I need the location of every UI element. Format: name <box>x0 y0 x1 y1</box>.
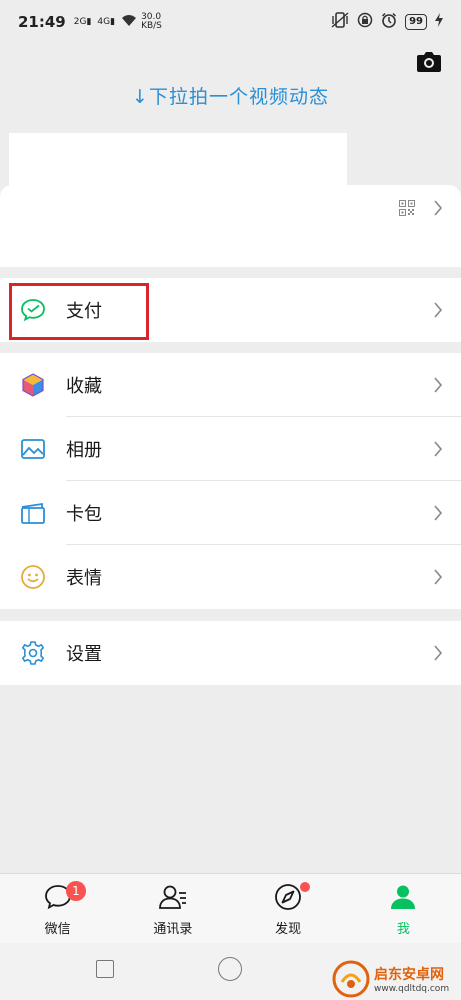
album-icon <box>20 436 46 462</box>
tab-discover-label: 发现 <box>275 922 302 937</box>
menu-item-album[interactable]: 相册 <box>0 417 461 481</box>
tab-chats[interactable]: 微信 1 <box>0 874 115 943</box>
net-speed: 30.0 KB/S <box>141 13 162 31</box>
tab-me-label: 我 <box>396 922 410 937</box>
menu-item-stickers-label: 表情 <box>66 568 102 589</box>
profile-redacted-area <box>9 133 347 193</box>
menu-item-favorites[interactable]: 收藏 <box>0 353 461 417</box>
signal-type-1: 2G <box>73 16 87 27</box>
cards-chevron-right-icon <box>433 505 443 521</box>
recent-apps-button[interactable] <box>96 960 114 978</box>
menu-item-cards-label: 卡包 <box>66 504 102 525</box>
alarm-icon <box>381 12 397 32</box>
tab-chats-label: 微信 <box>44 922 71 937</box>
menu-item-album-label: 相册 <box>66 440 102 461</box>
favorites-chevron-right-icon <box>433 377 443 393</box>
profile-card[interactable] <box>0 185 461 267</box>
cards-wallet-icon <box>20 500 46 526</box>
menu-item-cards[interactable]: 卡包 <box>0 481 461 545</box>
person-icon <box>388 882 418 916</box>
contacts-icon <box>158 882 188 916</box>
qr-code-icon[interactable] <box>399 200 415 216</box>
battery-indicator: 99 <box>405 14 427 30</box>
signal-icon-2: 4G▮ <box>97 16 116 27</box>
new-dot-badge <box>299 882 310 892</box>
tab-discover[interactable]: 发现 <box>231 874 346 943</box>
features-group: 收藏 相册 卡包 表情 <box>0 353 461 609</box>
pull-to-record-hint[interactable]: ↓下拉拍一个视频动态 <box>0 82 461 109</box>
pay-chevron-right-icon <box>433 302 443 318</box>
status-time: 21:49 <box>18 13 66 31</box>
watermark-title: 启东安卓网 <box>374 967 444 983</box>
signal-type-2: 4G <box>97 16 111 27</box>
net-speed-unit: KB/S <box>141 21 162 31</box>
camera-icon[interactable] <box>417 52 441 72</box>
menu-item-favorites-label: 收藏 <box>66 376 102 397</box>
tab-contacts-label: 通讯录 <box>153 922 193 937</box>
gear-icon <box>20 640 46 666</box>
watermark: 启东安卓网 www.qdltdq.com <box>332 960 449 998</box>
tab-me[interactable]: 我 <box>346 874 461 943</box>
bottom-tab-bar: 微信 1 通讯录 发现 我 <box>0 873 461 943</box>
status-bar: 21:49 2G▮ 4G▮ 30.0 KB/S 99 <box>0 0 461 44</box>
highlight-box <box>9 283 149 340</box>
stickers-chevron-right-icon <box>433 569 443 585</box>
compass-icon <box>273 882 303 916</box>
charging-icon <box>435 13 443 31</box>
watermark-url: www.qdltdq.com <box>374 984 450 994</box>
signal-icon: 2G▮ <box>73 16 92 27</box>
smiley-face-icon <box>20 564 46 590</box>
menu-item-settings[interactable]: 设置 <box>0 621 461 685</box>
album-chevron-right-icon <box>433 441 443 457</box>
vibrate-icon <box>331 12 349 32</box>
tab-contacts[interactable]: 通讯录 <box>115 874 230 943</box>
menu-item-stickers[interactable]: 表情 <box>0 545 461 609</box>
favorites-cube-icon <box>20 372 46 398</box>
watermark-logo-icon <box>332 960 370 998</box>
menu-item-settings-label: 设置 <box>66 644 102 665</box>
settings-group: 设置 <box>0 621 461 685</box>
profile-chevron-right-icon[interactable] <box>433 200 443 216</box>
unread-badge: 1 <box>66 881 86 901</box>
lock-rotation-icon <box>357 12 373 32</box>
wifi-icon <box>121 13 137 31</box>
settings-chevron-right-icon <box>433 645 443 661</box>
home-button[interactable] <box>218 957 242 981</box>
